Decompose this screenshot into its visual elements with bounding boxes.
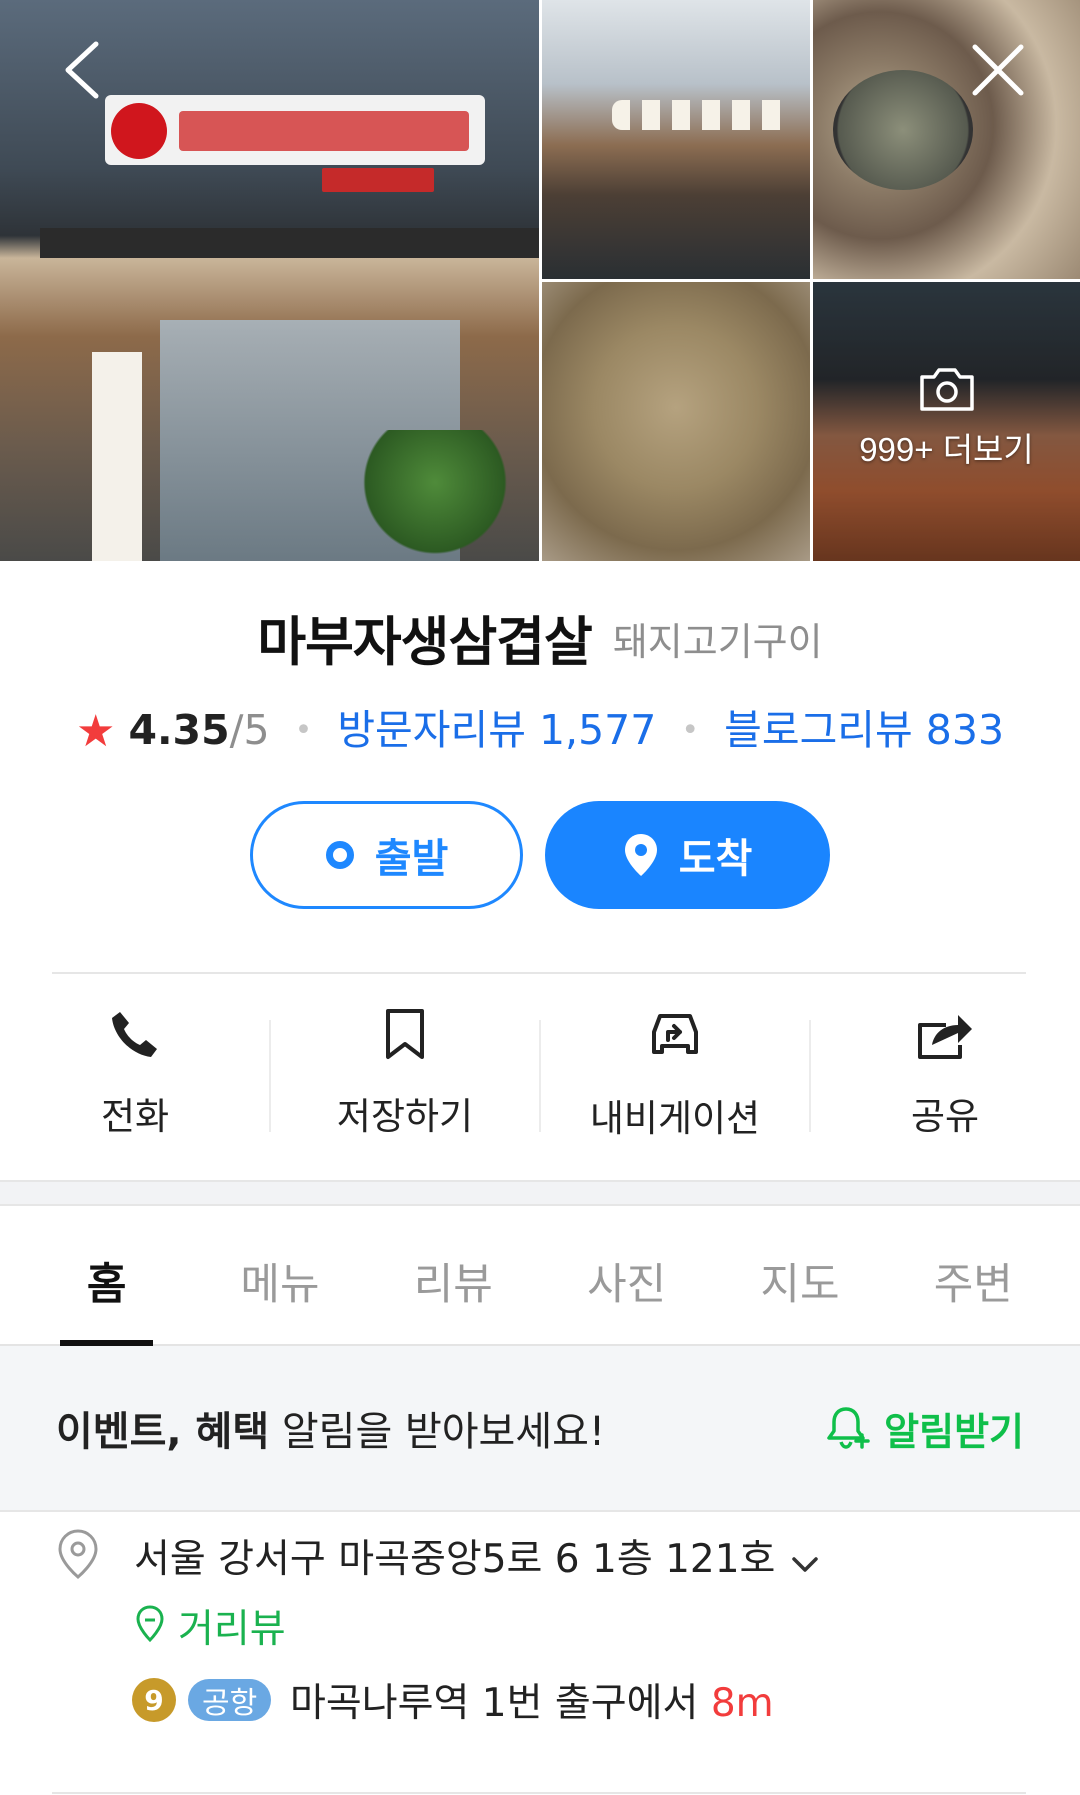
photo-table-food[interactable]	[813, 0, 1080, 279]
tab-nearby[interactable]: 주변	[887, 1206, 1060, 1344]
bookmark-icon	[384, 1008, 426, 1060]
more-photos-button[interactable]: 999+ 더보기	[813, 365, 1080, 471]
navigation-action[interactable]: 내비게이션	[539, 1000, 810, 1140]
save-action[interactable]: 저장하기	[269, 1000, 540, 1140]
visitor-review-link[interactable]: 방문자리뷰 1,577	[337, 706, 656, 754]
subway-distance: 8m	[710, 1681, 774, 1726]
notification-bold-text: 이벤트, 혜택	[56, 1409, 270, 1455]
location-outline-icon	[56, 1528, 100, 1584]
separator-dot: •	[681, 713, 700, 748]
photo-exterior[interactable]	[542, 0, 810, 279]
arrive-button[interactable]: 도착	[545, 801, 830, 909]
section-divider	[0, 1180, 1080, 1206]
subway-line-badge: 9	[132, 1678, 176, 1722]
notification-body-text: 알림을 받아보세요!	[269, 1409, 605, 1455]
back-button[interactable]	[52, 40, 112, 104]
location-pin-icon	[623, 832, 659, 878]
depart-label: 출발	[374, 836, 449, 882]
chevron-left-icon	[62, 40, 102, 104]
store-phone-sign-image	[322, 168, 434, 192]
camera-icon	[813, 365, 1080, 417]
call-label: 전화	[100, 1095, 170, 1138]
airport-line-badge: 공항	[188, 1679, 272, 1721]
photo-gallery[interactable]: 999+ 더보기	[0, 0, 1080, 561]
close-button[interactable]	[968, 42, 1028, 102]
divider	[52, 1792, 1026, 1794]
rating-review-row: ★ 4.35/5 • 방문자리뷰 1,577 • 블로그리뷰 833	[0, 696, 1080, 757]
depart-button[interactable]: 출발	[250, 801, 523, 909]
close-icon	[971, 43, 1025, 101]
call-action[interactable]: 전화	[0, 1000, 270, 1140]
share-label: 공유	[910, 1095, 980, 1138]
rating-max: /5	[229, 706, 270, 754]
share-action[interactable]: 공유	[809, 1000, 1080, 1140]
store-sign-image	[105, 95, 485, 165]
star-icon: ★	[75, 706, 116, 757]
tab-home[interactable]: 홈	[20, 1206, 193, 1346]
photo-noodles[interactable]	[542, 282, 810, 561]
tab-review[interactable]: 리뷰	[367, 1206, 540, 1344]
subscribe-alert-label: 알림받기	[884, 1409, 1024, 1454]
phone-icon	[110, 1008, 160, 1060]
place-header: 마부자생삼겹살 돼지고기구이	[0, 600, 1080, 676]
notification-banner: 이벤트, 혜택 알림을 받아보세요! 알림받기	[0, 1346, 1080, 1512]
address-text: 서울 강서구 마곡중앙5로 6 1층 121호	[134, 1528, 819, 1584]
origin-dot-icon	[325, 840, 355, 870]
subway-station-text: 마곡나루역 1번 출구에서	[290, 1681, 711, 1726]
tab-menu[interactable]: 메뉴	[193, 1206, 366, 1344]
separator-dot: •	[294, 713, 313, 748]
awning-image	[40, 228, 539, 258]
place-name: 마부자생삼겹살	[257, 612, 592, 673]
arrive-label: 도착	[678, 836, 753, 882]
place-category: 돼지고기구이	[612, 619, 823, 664]
notification-text: 이벤트, 혜택 알림을 받아보세요!	[56, 1399, 605, 1457]
rating-score: 4.35	[128, 706, 230, 754]
street-view-pin-icon	[134, 1604, 166, 1648]
street-view-link[interactable]: 거리뷰	[178, 1598, 286, 1654]
tab-map[interactable]: 지도	[713, 1206, 886, 1344]
subway-text: 마곡나루역 1번 출구에서 8m	[290, 1672, 774, 1728]
plant-image	[350, 430, 520, 561]
navigation-car-icon	[646, 1008, 704, 1062]
blog-review-link[interactable]: 블로그리뷰 833	[724, 706, 1004, 754]
action-bar: 전화 저장하기 내비게이션 공유	[0, 1000, 1080, 1140]
tab-photo[interactable]: 사진	[540, 1206, 713, 1344]
navigation-label: 내비게이션	[589, 1097, 761, 1140]
tab-bar: 홈 메뉴 리뷰 사진 지도 주변	[0, 1206, 1080, 1346]
more-photos-label: 999+ 더보기	[859, 431, 1034, 468]
address-value: 서울 강서구 마곡중앙5로 6 1층 121호	[134, 1537, 776, 1582]
banner-image	[92, 352, 142, 561]
share-icon	[916, 1008, 974, 1060]
save-label: 저장하기	[336, 1095, 474, 1138]
divider	[52, 972, 1026, 974]
chevron-down-icon[interactable]	[791, 1539, 819, 1584]
bell-plus-icon	[826, 1405, 872, 1451]
subscribe-alert-button[interactable]: 알림받기	[826, 1401, 1024, 1456]
